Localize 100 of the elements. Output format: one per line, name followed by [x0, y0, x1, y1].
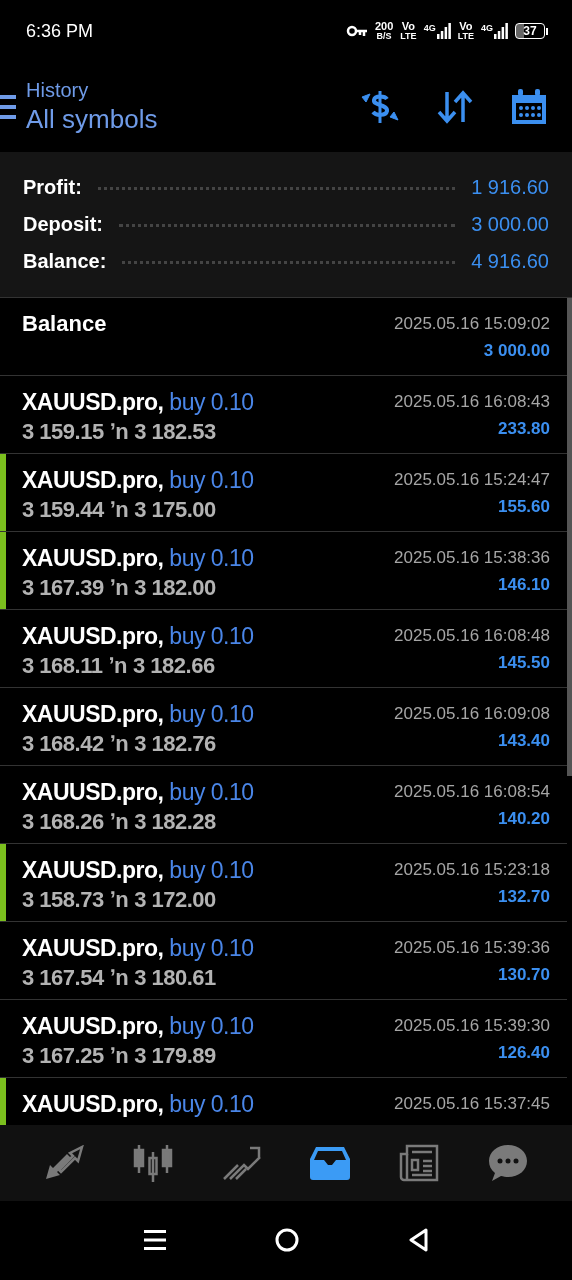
- deal-row[interactable]: XAUUSD.pro, buy 0.10 3 167.39 ʼn 3 182.00 2025.05.16 15:38:36 146.10: [0, 532, 567, 610]
- deal-time: 2025.05.16 15:39:36: [394, 938, 550, 958]
- open-price: 3 167.25: [22, 1043, 104, 1069]
- status-text: LTE: [457, 32, 474, 41]
- price-arrow: ʼn: [109, 1043, 129, 1069]
- deal-row[interactable]: XAUUSD.pro, buy 0.10 3 158.73 ʼn 3 172.00 2025.05.16 15:23:18 132.70: [0, 844, 567, 922]
- header-title[interactable]: All symbols: [26, 104, 360, 135]
- summary-label: Deposit:: [23, 213, 103, 236]
- trade-side: buy 0.10: [169, 389, 254, 415]
- deal-amount: 130.70: [498, 965, 550, 985]
- candlestick-icon[interactable]: [133, 1144, 173, 1182]
- deal-time: 2025.05.16 15:09:02: [394, 314, 550, 334]
- deal-amount: 155.60: [498, 497, 550, 517]
- open-price: 3 159.44: [22, 497, 104, 523]
- home-circle-icon[interactable]: [275, 1228, 299, 1252]
- close-price: 3 182.53: [134, 419, 216, 445]
- summary-label: Balance:: [23, 250, 107, 273]
- trade-side: buy 0.10: [169, 779, 254, 805]
- symbol-name: XAUUSD.pro,: [22, 389, 164, 415]
- network-label: 4G: [423, 23, 436, 33]
- open-price: 3 168.42: [22, 731, 104, 757]
- status-text: LTE: [400, 32, 417, 41]
- symbol-name: XAUUSD.pro,: [22, 467, 164, 493]
- symbol-name: XAUUSD.pro,: [22, 779, 164, 805]
- deal-row[interactable]: XAUUSD.pro, buy 0.10 3 168.26 ʼn 3 182.28 2025.05.16 16:08:54 140.20: [0, 766, 567, 844]
- network-label: 4G: [481, 23, 493, 33]
- deal-amount: 146.10: [498, 575, 550, 595]
- inbox-icon[interactable]: [310, 1145, 351, 1181]
- status-text: 200: [374, 21, 394, 32]
- price-arrow: ʼn: [109, 497, 129, 523]
- deal-title: Balance: [22, 311, 107, 337]
- scrollbar[interactable]: [567, 298, 572, 776]
- signal-icon: [436, 23, 451, 39]
- deal-time: 2025.05.16 15:37:45: [394, 1094, 550, 1114]
- deal-time: 2025.05.16 15:38:36: [394, 548, 550, 568]
- price-arrow: ʼn: [109, 965, 129, 991]
- close-price: 3 172.00: [134, 887, 216, 913]
- summary-value: 4 916.60: [471, 250, 549, 273]
- price-arrow: ʼn: [109, 575, 129, 601]
- deal-time: 2025.05.16 16:08:43: [394, 392, 550, 412]
- newspaper-icon[interactable]: [398, 1144, 439, 1182]
- trade-side: buy 0.10: [169, 1091, 254, 1117]
- sort-arrows-icon[interactable]: [436, 90, 474, 124]
- close-price: 3 179.89: [134, 1043, 216, 1069]
- status-text: Vo: [401, 21, 416, 32]
- signal-icon: [494, 23, 508, 39]
- trade-side: buy 0.10: [169, 857, 254, 883]
- price-arrow: ʼn: [109, 809, 129, 835]
- symbol-name: XAUUSD.pro,: [22, 623, 164, 649]
- key-icon: [345, 25, 368, 37]
- close-price: 3 182.66: [133, 653, 215, 679]
- close-price: 3 180.61: [134, 965, 216, 991]
- trade-side: buy 0.10: [169, 1013, 254, 1039]
- deal-time: 2025.05.16 15:24:47: [394, 470, 550, 490]
- open-price: 3 158.73: [22, 887, 104, 913]
- close-price: 3 175.00: [134, 497, 216, 523]
- open-price: 3 168.26: [22, 809, 104, 835]
- price-arrow: ʼn: [109, 887, 129, 913]
- deal-time: 2025.05.16 16:08:54: [394, 782, 550, 802]
- header-subtitle: History: [26, 79, 90, 102]
- trade-side: buy 0.10: [169, 467, 254, 493]
- deal-time: 2025.05.16 16:08:48: [394, 626, 550, 646]
- deal-time: 2025.05.16 16:09:08: [394, 704, 550, 724]
- symbol-name: XAUUSD.pro,: [22, 545, 164, 571]
- deal-row[interactable]: XAUUSD.pro, buy 0.10 3 167.54 ʼn 3 180.61 2025.05.16 15:39:36 130.70: [0, 922, 567, 1000]
- deal-row[interactable]: XAUUSD.pro, buy 0.10 3 167.25 ʼn 3 179.89 2025.05.16 15:39:30 126.40: [0, 1000, 567, 1078]
- menu-icon[interactable]: [0, 95, 16, 119]
- summary-value: 3 000.00: [471, 213, 549, 236]
- deal-amount: 145.50: [498, 653, 550, 673]
- trend-arrow-icon[interactable]: [221, 1145, 262, 1181]
- clock-time: 6:36 PM: [26, 20, 94, 42]
- open-price: 3 159.15: [22, 419, 104, 445]
- deal-amount: 3 000.00: [483, 341, 550, 361]
- deal-amount: 126.40: [498, 1043, 550, 1063]
- menu-icon[interactable]: [144, 1229, 167, 1251]
- symbol-name: XAUUSD.pro,: [22, 1013, 164, 1039]
- deal-row[interactable]: XAUUSD.pro, buy 0.10 3 159.44 ʼn 3 175.00 2025.05.16 15:24:47 155.60: [0, 454, 567, 532]
- summary-value: 1 916.60: [471, 176, 549, 199]
- close-price: 3 182.28: [134, 809, 216, 835]
- symbol-name: XAUUSD.pro,: [22, 857, 164, 883]
- trade-side: buy 0.10: [169, 545, 254, 571]
- trade-side: buy 0.10: [169, 935, 254, 961]
- summary-label: Profit:: [23, 176, 82, 199]
- currency-exchange-icon[interactable]: [360, 89, 400, 125]
- battery-indicator: 37: [515, 23, 545, 39]
- symbol-name: XAUUSD.pro,: [22, 1091, 164, 1117]
- deal-amount: 233.80: [498, 419, 550, 439]
- open-price: 3 167.39: [22, 575, 104, 601]
- status-text: Vo: [459, 21, 473, 32]
- deal-time: 2025.05.16 15:39:30: [394, 1016, 550, 1036]
- deal-amount: 140.20: [498, 809, 550, 829]
- back-icon[interactable]: [407, 1228, 428, 1252]
- deal-time: 2025.05.16 15:23:18: [394, 860, 550, 880]
- symbol-name: XAUUSD.pro,: [22, 701, 164, 727]
- double-arrow-icon[interactable]: [44, 1145, 85, 1181]
- calendar-icon[interactable]: [510, 88, 548, 126]
- chat-bubble-icon[interactable]: [487, 1144, 528, 1182]
- deal-amount: 143.40: [498, 731, 550, 751]
- deal-amount: 132.70: [498, 887, 550, 907]
- price-arrow: ʼn: [109, 731, 129, 757]
